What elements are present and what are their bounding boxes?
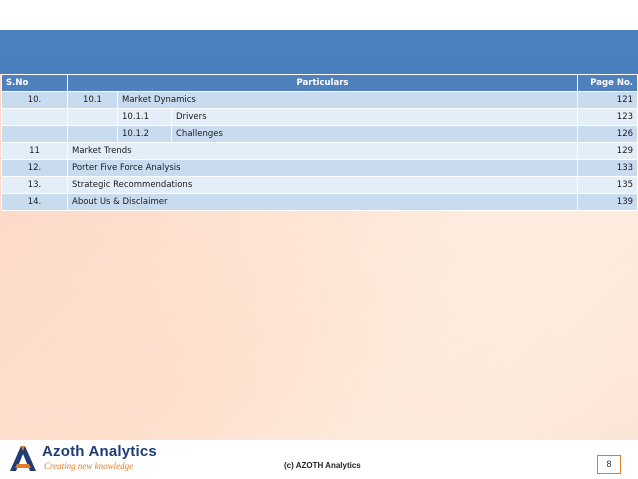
logo-tagline: Creating new knowledge: [44, 461, 134, 471]
table-row: 12. Porter Five Force Analysis 133: [1, 159, 638, 177]
row-level2: 10.1.1: [117, 108, 172, 126]
row-page: 123: [577, 108, 638, 126]
table-row: 10.1.2 Challenges 126: [1, 125, 638, 143]
row-title: Porter Five Force Analysis: [66, 159, 579, 177]
page-number: 8: [597, 455, 621, 474]
row-level2: 10.1.2: [117, 125, 172, 143]
header-page: Page No.: [577, 74, 638, 92]
logo-name: Azoth Analytics: [42, 443, 157, 460]
row-title: Drivers: [170, 108, 579, 126]
row-sno: [1, 108, 68, 126]
row-page: 133: [577, 159, 638, 177]
toc-table: S.No Particulars Page No. 10. 10.1 Marke…: [1, 74, 638, 211]
header-particulars: Particulars: [66, 74, 579, 92]
table-row: 11 Market Trends 129: [1, 142, 638, 160]
footer: Azoth Analytics Creating new knowledge (…: [0, 440, 638, 479]
header-band: [0, 30, 638, 74]
row-title: About Us & Disclaimer: [66, 193, 579, 211]
row-page: 129: [577, 142, 638, 160]
row-page: 135: [577, 176, 638, 194]
toc-header-row: S.No Particulars Page No.: [1, 74, 638, 92]
top-margin: [0, 0, 638, 30]
row-sno: 10.: [1, 91, 68, 109]
row-page: 139: [577, 193, 638, 211]
row-level1: [67, 108, 118, 126]
table-row: 10. 10.1 Market Dynamics 121: [1, 91, 638, 109]
row-page: 126: [577, 125, 638, 143]
row-sno: [1, 125, 68, 143]
table-row: 10.1.1 Drivers 123: [1, 108, 638, 126]
slide: S.No Particulars Page No. 10. 10.1 Marke…: [0, 0, 638, 479]
copyright-text: (c) AZOTH Analytics: [284, 461, 361, 470]
row-sno: 12.: [1, 159, 68, 177]
row-title: Market Dynamics: [116, 91, 579, 109]
row-sno: 13.: [1, 176, 68, 194]
row-title: Market Trends: [66, 142, 579, 160]
row-level1: [67, 125, 118, 143]
row-level1: 10.1: [67, 91, 118, 109]
row-page: 121: [577, 91, 638, 109]
row-title: Challenges: [170, 125, 579, 143]
table-row: 13. Strategic Recommendations 135: [1, 176, 638, 194]
row-sno: 11: [1, 142, 68, 160]
row-sno: 14.: [1, 193, 68, 211]
table-row: 14. About Us & Disclaimer 139: [1, 193, 638, 211]
header-sno: S.No: [1, 74, 68, 92]
row-title: Strategic Recommendations: [66, 176, 579, 194]
azoth-logo-icon: [10, 446, 36, 471]
